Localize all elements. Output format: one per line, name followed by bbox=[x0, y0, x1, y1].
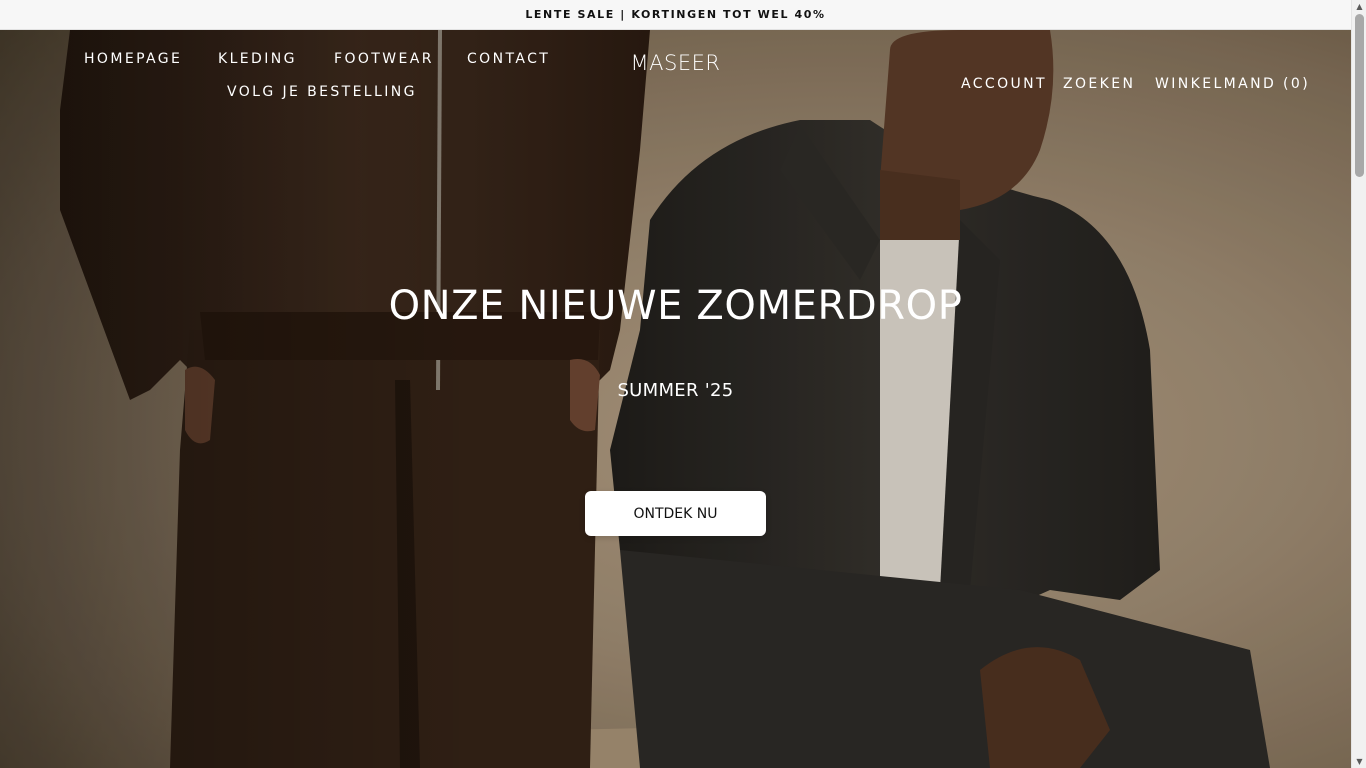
logo[interactable]: MASEER bbox=[631, 51, 721, 75]
chevron-down-icon[interactable]: ▼ bbox=[1355, 757, 1364, 766]
hero-banner: HOMEPAGE KLEDING FOOTWEAR CONTACT VOLG J… bbox=[0, 30, 1351, 768]
account-link[interactable]: ACCOUNT bbox=[961, 76, 1047, 92]
announcement-text: LENTE SALE | KORTINGEN TOT WEL 40% bbox=[525, 8, 826, 21]
nav-volg-je-bestelling[interactable]: VOLG JE BESTELLING bbox=[227, 84, 417, 100]
scrollbar-thumb[interactable] bbox=[1355, 14, 1364, 177]
page-scrollbar[interactable]: ▲ ▼ bbox=[1351, 0, 1366, 768]
chevron-up-icon[interactable]: ▲ bbox=[1355, 2, 1364, 11]
announcement-bar: LENTE SALE | KORTINGEN TOT WEL 40% bbox=[0, 0, 1351, 30]
discover-now-button[interactable]: ONTDEK NU bbox=[585, 491, 766, 536]
hero-title: ONZE NIEUWE ZOMERDROP bbox=[388, 283, 963, 329]
cart-link[interactable]: WINKELMAND (0) bbox=[1155, 76, 1310, 92]
logo-container: MASEER bbox=[0, 51, 1351, 75]
hero-subtitle: SUMMER '25 bbox=[617, 380, 734, 401]
search-link[interactable]: ZOEKEN bbox=[1063, 76, 1135, 92]
